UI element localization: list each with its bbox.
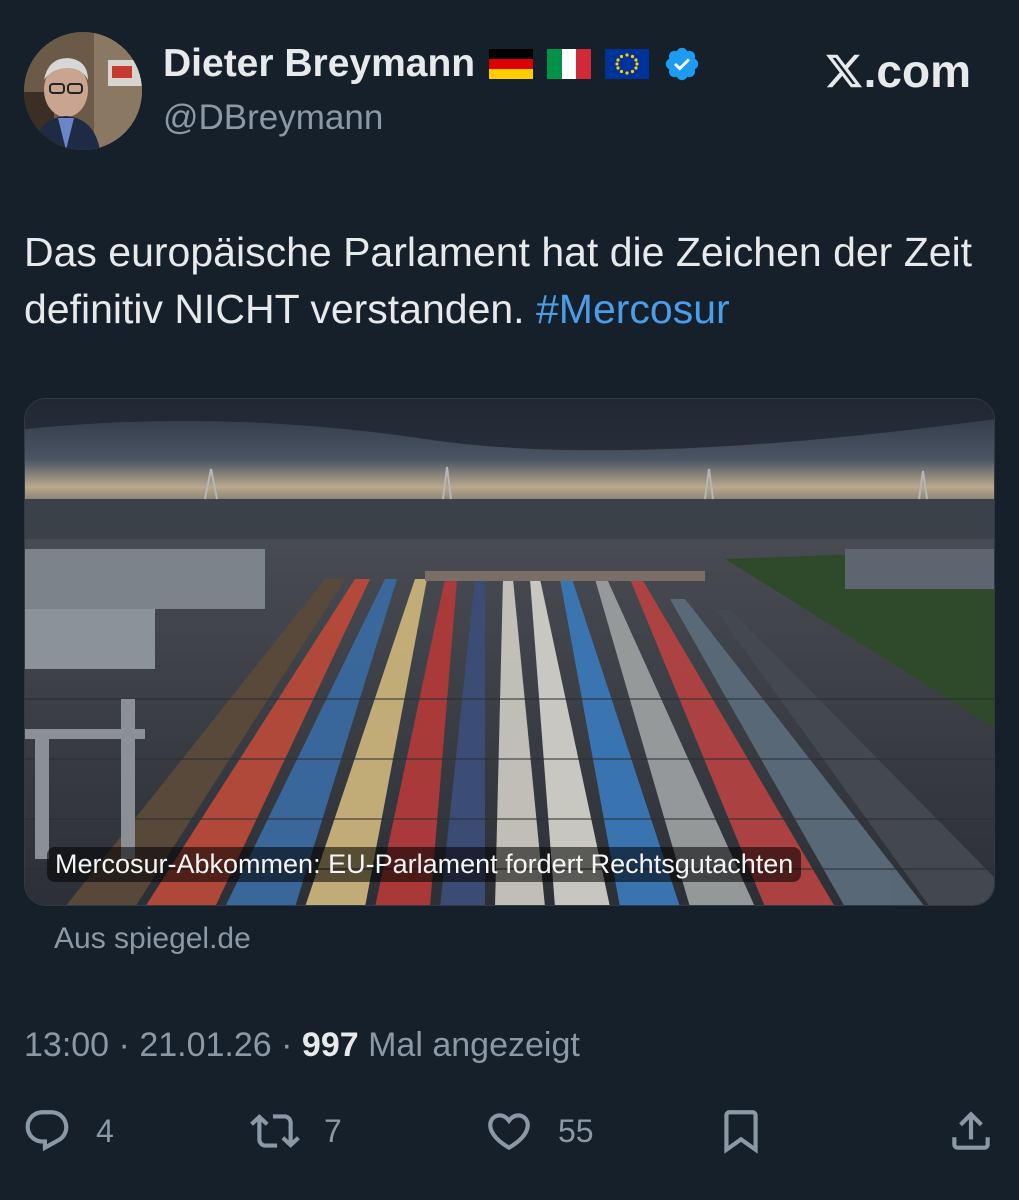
avatar-photo (24, 32, 142, 150)
tweet-time[interactable]: 13:00 (24, 1026, 109, 1064)
eu-flag-icon (605, 49, 650, 79)
action-bar: 4 7 55 (0, 1106, 1019, 1166)
bookmark-button[interactable] (716, 1106, 766, 1156)
italy-flag-icon (547, 49, 592, 79)
card-source[interactable]: Aus spiegel.de (54, 922, 251, 956)
verified-badge-icon[interactable] (663, 45, 701, 83)
tweet-date[interactable]: 21.01.26 (139, 1026, 271, 1064)
author-name-row[interactable]: Dieter Breymann (163, 42, 701, 86)
repost-count: 7 (324, 1112, 342, 1149)
repost-button[interactable]: 7 (250, 1106, 342, 1156)
rail-yard-photo (25, 399, 994, 905)
meta-separator: · (118, 1026, 130, 1064)
author-name[interactable]: Dieter Breymann (163, 42, 475, 86)
view-count: 997 (301, 1026, 359, 1064)
views-label: Mal angezeigt (368, 1026, 580, 1064)
heart-icon (488, 1113, 530, 1151)
x-logo-icon (825, 54, 862, 88)
author-avatar[interactable] (24, 32, 142, 150)
share-icon (952, 1111, 990, 1150)
germany-flag-icon (489, 49, 534, 79)
reply-count: 4 (96, 1112, 114, 1149)
author-handle[interactable]: @DBreymann (163, 98, 383, 138)
x-com-logo: .com (824, 44, 971, 98)
like-count: 55 (558, 1112, 594, 1149)
card-caption: Mercosur-Abkommen: EU-Parlament fordert … (47, 847, 802, 882)
reply-button[interactable]: 4 (22, 1106, 114, 1156)
tweet-text: Das europäische Parlament hat die Zeiche… (24, 224, 999, 338)
tweet-body: Das europäische Parlament hat die Zeiche… (24, 229, 973, 332)
meta-separator: · (281, 1026, 293, 1064)
reply-icon (25, 1110, 69, 1152)
link-preview-card[interactable]: Mercosur-Abkommen: EU-Parlament fordert … (24, 398, 995, 906)
like-button[interactable]: 55 (484, 1106, 594, 1156)
bookmark-icon (724, 1110, 758, 1154)
logo-domain-text: .com (863, 45, 971, 97)
repost-icon (250, 1114, 300, 1148)
share-button[interactable] (946, 1106, 996, 1156)
tweet-meta: 13:00 · 21.01.26 · 997 Mal angezeigt (24, 1026, 580, 1065)
hashtag-link[interactable]: #Mercosur (536, 286, 730, 332)
